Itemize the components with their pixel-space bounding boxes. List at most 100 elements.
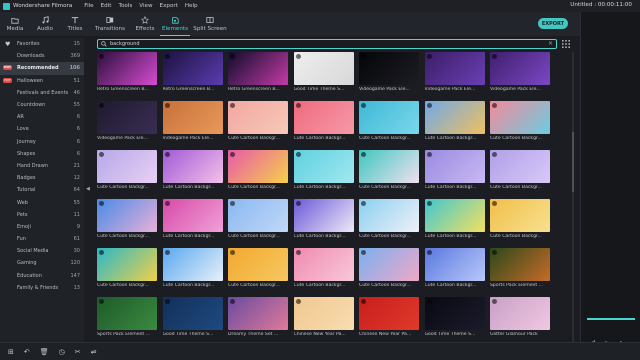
download-icon[interactable] [295,299,301,304]
download-icon[interactable] [295,103,301,108]
sidebar-item[interactable]: Shapes 6 [0,148,84,160]
sidebar-item[interactable]: Badges 12 [0,172,84,184]
download-icon[interactable] [99,54,104,59]
sidebar-item[interactable]: AR 6 [0,111,84,123]
download-icon[interactable] [230,152,235,157]
menu-export[interactable]: Export [160,3,178,9]
sidebar-item[interactable]: Gaming 120 [0,257,84,269]
tab-elements[interactable]: Elements [160,12,190,36]
sidebar-item[interactable]: Love 6 [0,123,84,135]
sidebar-item[interactable]: Social Media 30 [0,245,84,257]
sidebar-item[interactable]: HOT Recommended 106 [0,62,84,75]
download-icon[interactable] [164,201,170,206]
menu-edit[interactable]: Edit [101,3,112,9]
download-icon[interactable] [164,54,170,59]
download-icon[interactable] [361,299,366,304]
sidebar-item[interactable]: Fun 61 [0,233,84,245]
sidebar-item[interactable]: HOT Halloween 51 [0,75,84,87]
element-thumbnail[interactable]: Cute Cartoon Backgr... [293,199,354,239]
download-icon[interactable] [426,152,432,157]
element-thumbnail[interactable]: Cute Cartoon Backgr... [228,248,288,288]
element-thumbnail[interactable]: Cute Cartoon Backgr... [162,248,223,288]
element-thumbnail[interactable]: Cute Cartoon Backgr... [359,199,419,239]
sidebar-item[interactable]: Web 55 [0,196,84,208]
element-thumbnail[interactable]: Cute Cartoon Backgr... [424,101,485,141]
download-icon[interactable] [426,54,432,59]
element-thumbnail[interactable]: Cute Cartoon Backgr... [359,248,419,288]
download-icon[interactable] [492,103,497,108]
element-thumbnail[interactable]: Cute Cartoon Backgr... [424,150,485,190]
download-icon[interactable] [492,54,497,59]
element-thumbnail[interactable]: Retro Greenscreen B... [97,52,157,92]
download-icon[interactable] [492,201,497,206]
element-thumbnail[interactable]: Videogame Pack Ele... [97,101,157,141]
sidebar-item[interactable]: Downloads 369 [0,50,84,62]
element-thumbnail[interactable]: Good Time Theme S... [162,297,223,337]
element-thumbnail[interactable]: Cute Cartoon Backgr... [228,150,288,190]
element-thumbnail[interactable]: Retro Greenscreen B... [162,52,223,92]
element-thumbnail[interactable]: Cute Cartoon Backgr... [162,150,223,190]
download-icon[interactable] [230,54,235,59]
element-thumbnail[interactable]: Cute Cartoon Backgr... [359,101,419,141]
download-icon[interactable] [99,201,104,206]
sidebar-item[interactable]: Journey 6 [0,136,84,148]
clock-icon[interactable]: ◷ [59,348,65,356]
element-thumbnail[interactable]: Cute Cartoon Backgr... [359,150,419,190]
download-icon[interactable] [361,201,366,206]
clear-search-icon[interactable]: × [548,40,553,47]
download-icon[interactable] [99,152,104,157]
split-icon[interactable]: ✂ [75,348,81,356]
download-icon[interactable] [426,201,432,206]
menu-view[interactable]: View [139,3,152,9]
element-thumbnail[interactable]: Videogame Pack Ele... [424,52,485,92]
element-thumbnail[interactable]: Cute Cartoon Backgr... [228,199,288,239]
download-icon[interactable] [492,152,497,157]
element-thumbnail[interactable]: Cute Cartoon Backgr... [228,101,288,141]
download-icon[interactable] [295,250,301,255]
sidebar-item[interactable]: Festivals and Events 46 [0,87,84,99]
playback-progress[interactable] [587,318,635,320]
download-icon[interactable] [230,103,235,108]
sidebar-item[interactable]: Pets 11 [0,209,84,221]
download-icon[interactable] [426,250,432,255]
download-icon[interactable] [426,299,432,304]
download-icon[interactable] [492,299,497,304]
sidebar-item[interactable]: Hand Drawn 21 [0,160,84,172]
delete-icon[interactable]: 🗑 [40,348,49,356]
element-thumbnail[interactable]: Cute Cartoon Backgr... [490,101,550,141]
element-thumbnail[interactable]: Cute Cartoon Backgr... [424,199,485,239]
element-thumbnail[interactable]: Sports Pack Element ... [490,248,550,288]
tab-transitions[interactable]: Transitions [90,12,130,36]
tab-titles[interactable]: Titles [60,12,90,36]
menu-help[interactable]: Help [185,3,198,9]
undo-icon[interactable]: ↶ [24,348,30,356]
sidebar-item[interactable]: Tutorial 64 [0,184,84,196]
element-thumbnail[interactable]: Sports Pack Element ... [97,297,157,337]
download-icon[interactable] [492,250,497,255]
download-icon[interactable] [361,54,366,59]
download-icon[interactable] [361,250,366,255]
audio-icon[interactable]: ⇌ [91,348,97,356]
element-thumbnail[interactable]: Cute Cartoon Backgr... [97,150,157,190]
element-thumbnail[interactable]: Cute Cartoon Backgr... [97,248,157,288]
scrollbar-thumb[interactable] [572,132,574,192]
element-thumbnail[interactable]: Retro Greenscreen B... [228,52,288,92]
download-icon[interactable] [99,299,104,304]
download-icon[interactable] [295,201,301,206]
download-icon[interactable] [361,103,366,108]
element-thumbnail[interactable]: Cute Cartoon Backgr... [293,248,354,288]
search-input[interactable]: background [110,41,140,47]
element-thumbnail[interactable]: Chinese New Year Pa... [359,297,419,337]
element-thumbnail[interactable]: Cute Cartoon Backgr... [490,150,550,190]
download-icon[interactable] [361,152,366,157]
export-button[interactable]: EXPORT [538,18,568,29]
download-icon[interactable] [99,103,104,108]
tab-media[interactable]: Media [0,12,30,36]
element-thumbnail[interactable]: Cute Cartoon Backgr... [424,248,485,288]
download-icon[interactable] [230,299,235,304]
tab-audio[interactable]: Audio [30,12,60,36]
element-thumbnail[interactable]: Cute Cartoon Backgr... [162,199,223,239]
download-icon[interactable] [99,250,104,255]
download-icon[interactable] [230,201,235,206]
element-thumbnail[interactable]: Cute Cartoon Backgr... [293,101,354,141]
